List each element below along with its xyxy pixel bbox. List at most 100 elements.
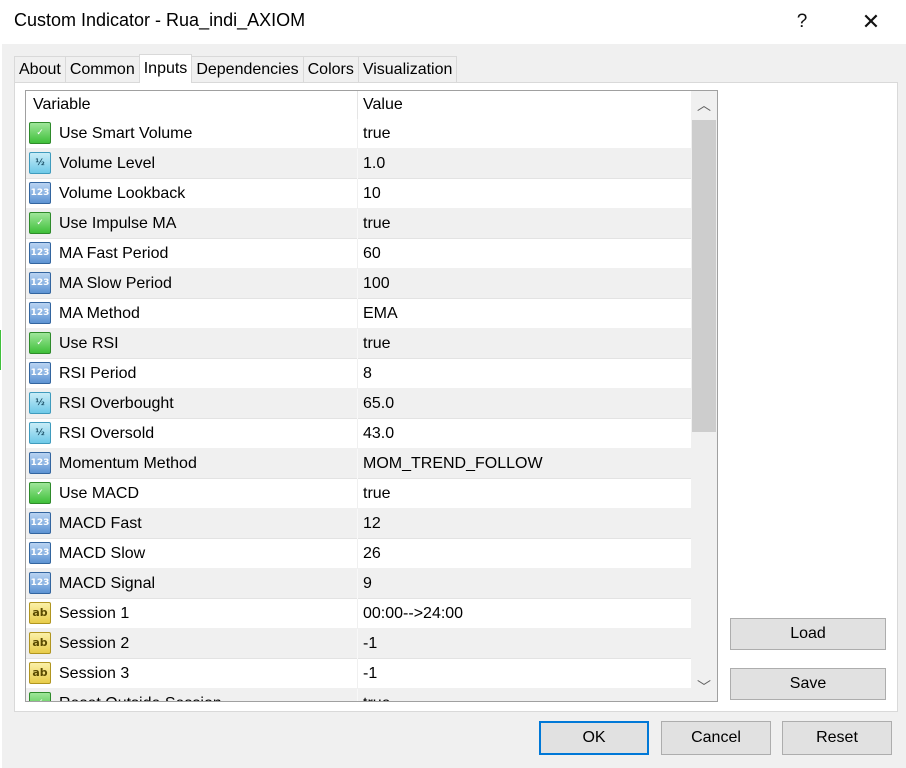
table-row[interactable]: 123 MACD Slow 26 [26, 539, 691, 569]
window-title: Custom Indicator - Rua_indi_AXIOM [14, 10, 306, 30]
tab-colors[interactable]: Colors [302, 56, 359, 82]
variable-name: MACD Slow [59, 545, 146, 562]
background-chart-edge [0, 330, 4, 370]
ok-button[interactable]: OK [539, 721, 649, 755]
column-header-variable[interactable]: Variable [33, 91, 91, 119]
close-button[interactable]: ✕ [848, 6, 894, 38]
variable-value[interactable]: 9 [363, 569, 372, 599]
cell-divider [357, 269, 358, 299]
variable-name: Use MACD [59, 485, 140, 502]
column-header-value[interactable]: Value [363, 91, 403, 119]
table-row[interactable]: ✓ Use Smart Volume true [26, 119, 691, 149]
tab-dependencies[interactable]: Dependencies [191, 56, 304, 82]
load-button[interactable]: Load [730, 618, 886, 650]
table-row[interactable]: 123 MA Slow Period 100 [26, 269, 691, 299]
inputs-grid: Variable Value ✓ Use Smart Volume true ½ Vol… [25, 90, 718, 702]
double-icon: ½ [29, 422, 51, 444]
table-row[interactable]: ab Session 2 -1 [26, 629, 691, 659]
table-row[interactable]: 123 MA Method EMA [26, 299, 691, 329]
variable-value[interactable]: MOM_TREND_FOLLOW [363, 449, 543, 479]
table-row[interactable]: ✓ Reset Outside Session true [26, 689, 691, 701]
table-row[interactable]: 123 MACD Signal 9 [26, 569, 691, 599]
variable-value[interactable]: 60 [363, 239, 381, 269]
string-icon: ab [29, 662, 51, 684]
variable-value[interactable]: 100 [363, 269, 390, 299]
variable-name: Use Smart Volume [59, 125, 193, 142]
tab-about[interactable]: About [14, 56, 66, 82]
scroll-up-icon[interactable]: ︿ [691, 91, 717, 119]
vertical-scrollbar[interactable]: ︿ ﹀ [691, 91, 717, 701]
column-divider[interactable] [357, 91, 358, 119]
variable-name: RSI Oversold [59, 425, 155, 442]
cell-divider [357, 209, 358, 239]
table-row[interactable]: ✓ Use MACD true [26, 479, 691, 509]
cell-divider [357, 299, 358, 329]
variable-value[interactable]: 8 [363, 359, 372, 389]
variable-name: MA Slow Period [59, 275, 172, 292]
variable-name: Use RSI [59, 335, 119, 352]
tab-inputs[interactable]: Inputs [138, 54, 193, 83]
double-icon: ½ [29, 152, 51, 174]
variable-name: MA Method [59, 305, 140, 322]
variable-value[interactable]: true [363, 329, 391, 359]
variable-name: Reset Outside Session [59, 689, 222, 701]
cell-divider [357, 509, 358, 539]
string-icon: ab [29, 602, 51, 624]
table-row[interactable]: ✓ Use RSI true [26, 329, 691, 359]
reset-button[interactable]: Reset [782, 721, 892, 755]
table-row[interactable]: 123 Volume Lookback 10 [26, 179, 691, 209]
int-icon: 123 [29, 272, 51, 294]
table-row[interactable]: ✓ Use Impulse MA true [26, 209, 691, 239]
variable-value[interactable]: 1.0 [363, 149, 385, 179]
cell-divider [357, 149, 358, 179]
table-row[interactable]: 123 Momentum Method MOM_TREND_FOLLOW [26, 449, 691, 479]
variable-value[interactable]: 65.0 [363, 389, 394, 419]
variable-name: MACD Signal [59, 575, 156, 592]
table-row[interactable]: ab Session 3 -1 [26, 659, 691, 689]
scroll-thumb[interactable] [692, 120, 716, 432]
tab-common[interactable]: Common [64, 56, 140, 82]
cell-divider [357, 629, 358, 659]
variable-value[interactable]: 00:00-->24:00 [363, 599, 463, 629]
variable-value[interactable]: 26 [363, 539, 381, 569]
variable-value[interactable]: EMA [363, 299, 398, 329]
table-row[interactable]: ½ RSI Oversold 43.0 [26, 419, 691, 449]
variable-name: Session 1 [59, 605, 130, 622]
cell-divider [357, 539, 358, 569]
int-icon: 123 [29, 452, 51, 474]
int-icon: 123 [29, 362, 51, 384]
bool-icon: ✓ [29, 212, 51, 234]
variable-value[interactable]: 12 [363, 509, 381, 539]
int-icon: 123 [29, 242, 51, 264]
tab-strip: About Common Inputs Dependencies Colors … [14, 54, 458, 83]
variable-value[interactable]: 10 [363, 179, 381, 209]
variable-value[interactable]: 43.0 [363, 419, 394, 449]
cell-divider [357, 689, 358, 701]
save-button[interactable]: Save [730, 668, 886, 700]
table-row[interactable]: ½ Volume Level 1.0 [26, 149, 691, 179]
variable-value[interactable]: true [363, 119, 391, 149]
cell-divider [357, 119, 358, 149]
variable-value[interactable]: -1 [363, 629, 377, 659]
cell-divider [357, 569, 358, 599]
table-row[interactable]: 123 RSI Period 8 [26, 359, 691, 389]
cell-divider [357, 359, 358, 389]
cancel-button[interactable]: Cancel [661, 721, 771, 755]
variable-value[interactable]: -1 [363, 659, 377, 689]
cell-divider [357, 239, 358, 269]
cell-divider [357, 659, 358, 689]
help-button[interactable]: ? [780, 6, 824, 38]
table-row[interactable]: ab Session 1 00:00-->24:00 [26, 599, 691, 629]
variable-value[interactable]: true [363, 479, 391, 509]
bool-icon: ✓ [29, 692, 51, 701]
variable-value[interactable]: true [363, 689, 391, 701]
cell-divider [357, 479, 358, 509]
table-row[interactable]: ½ RSI Overbought 65.0 [26, 389, 691, 419]
double-icon: ½ [29, 392, 51, 414]
variable-value[interactable]: true [363, 209, 391, 239]
table-row[interactable]: 123 MA Fast Period 60 [26, 239, 691, 269]
table-row[interactable]: 123 MACD Fast 12 [26, 509, 691, 539]
scroll-down-icon[interactable]: ﹀ [691, 673, 717, 701]
tab-visualization[interactable]: Visualization [357, 56, 458, 82]
int-icon: 123 [29, 182, 51, 204]
